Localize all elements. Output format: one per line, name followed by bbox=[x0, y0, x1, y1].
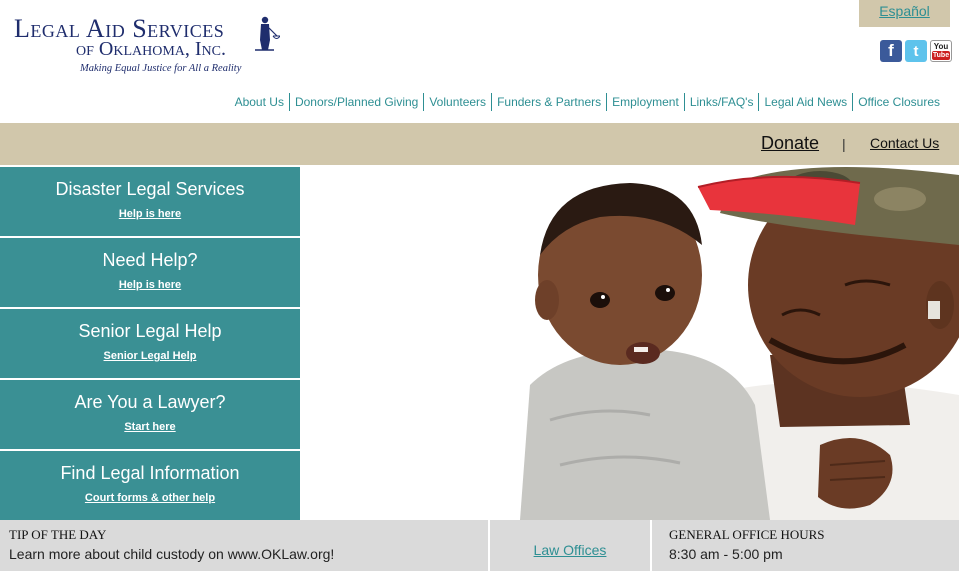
contact-us-link[interactable]: Contact Us bbox=[870, 135, 939, 151]
footer-bar: TIP OF THE DAY Learn more about child cu… bbox=[0, 520, 959, 571]
utility-separator: | bbox=[842, 136, 846, 152]
donate-link[interactable]: Donate bbox=[761, 133, 819, 154]
justice-figure-icon bbox=[255, 16, 280, 51]
father-and-baby-illustration bbox=[520, 167, 959, 520]
menu-item-title: Are You a Lawyer? bbox=[74, 392, 226, 412]
menu-item-are-you-a-lawyer[interactable]: Are You a Lawyer? Start here bbox=[0, 380, 300, 449]
nav-funders-partners[interactable]: Funders & Partners bbox=[491, 93, 606, 111]
utility-bar: Donate | Contact Us bbox=[0, 123, 959, 165]
espanol-link[interactable]: Español bbox=[879, 3, 930, 19]
hours-heading: GENERAL OFFICE HOURS bbox=[669, 527, 825, 542]
menu-item-title: Senior Legal Help bbox=[78, 321, 222, 341]
nav-volunteers[interactable]: Volunteers bbox=[423, 93, 491, 111]
menu-item-title: Disaster Legal Services bbox=[55, 179, 245, 199]
menu-item-need-help[interactable]: Need Help? Help is here bbox=[0, 238, 300, 307]
nav-donors-planned-giving[interactable]: Donors/Planned Giving bbox=[288, 93, 423, 111]
menu-item-link[interactable]: Start here bbox=[0, 421, 300, 433]
law-offices-box: Law Offices bbox=[490, 520, 650, 571]
menu-item-link[interactable]: Court forms & other help bbox=[0, 492, 300, 504]
office-hours: GENERAL OFFICE HOURS 8:30 am - 5:00 pm bbox=[652, 520, 959, 571]
nav-employment[interactable]: Employment bbox=[606, 93, 684, 111]
menu-item-link[interactable]: Help is here bbox=[0, 208, 300, 220]
nav-legal-aid-news[interactable]: Legal Aid News bbox=[758, 93, 852, 111]
menu-item-link[interactable]: Help is here bbox=[0, 279, 300, 291]
youtube-icon[interactable]: You Tube bbox=[930, 40, 952, 62]
feature-menu: Disaster Legal Services Help is here Nee… bbox=[0, 167, 300, 522]
menu-item-title: Need Help? bbox=[102, 250, 198, 270]
logo-subtitle: of Oklahoma, Inc. bbox=[76, 38, 226, 60]
nav-about-us[interactable]: About Us bbox=[230, 93, 289, 111]
menu-item-senior-legal-help[interactable]: Senior Legal Help Senior Legal Help bbox=[0, 309, 300, 378]
hours-text: 8:30 am - 5:00 pm bbox=[669, 546, 783, 562]
social-links: f t You Tube bbox=[880, 40, 952, 62]
nav-links-faqs[interactable]: Links/FAQ's bbox=[683, 93, 759, 111]
facebook-icon[interactable]: f bbox=[880, 40, 902, 62]
tip-text: Learn more about child custody on www.OK… bbox=[9, 546, 335, 562]
logo-tagline: Making Equal Justice for All a Reality bbox=[80, 63, 242, 74]
menu-item-disaster-legal-services[interactable]: Disaster Legal Services Help is here bbox=[0, 167, 300, 236]
tip-of-the-day: TIP OF THE DAY Learn more about child cu… bbox=[0, 520, 488, 571]
tip-heading: TIP OF THE DAY bbox=[9, 527, 107, 542]
twitter-icon[interactable]: t bbox=[905, 40, 927, 62]
law-offices-link[interactable]: Law Offices bbox=[534, 542, 607, 558]
menu-item-title: Find Legal Information bbox=[60, 463, 240, 483]
site-logo[interactable]: Legal Aid Services of Oklahoma, Inc. Mak… bbox=[14, 14, 284, 80]
menu-item-link[interactable]: Senior Legal Help bbox=[0, 350, 300, 362]
espanol-tab: Español bbox=[859, 0, 950, 27]
nav-office-closures[interactable]: Office Closures bbox=[852, 93, 945, 111]
top-navigation: About Us Donors/Planned Giving Volunteer… bbox=[230, 93, 945, 111]
menu-item-find-legal-information[interactable]: Find Legal Information Court forms & oth… bbox=[0, 451, 300, 520]
hero-photo bbox=[300, 165, 959, 520]
